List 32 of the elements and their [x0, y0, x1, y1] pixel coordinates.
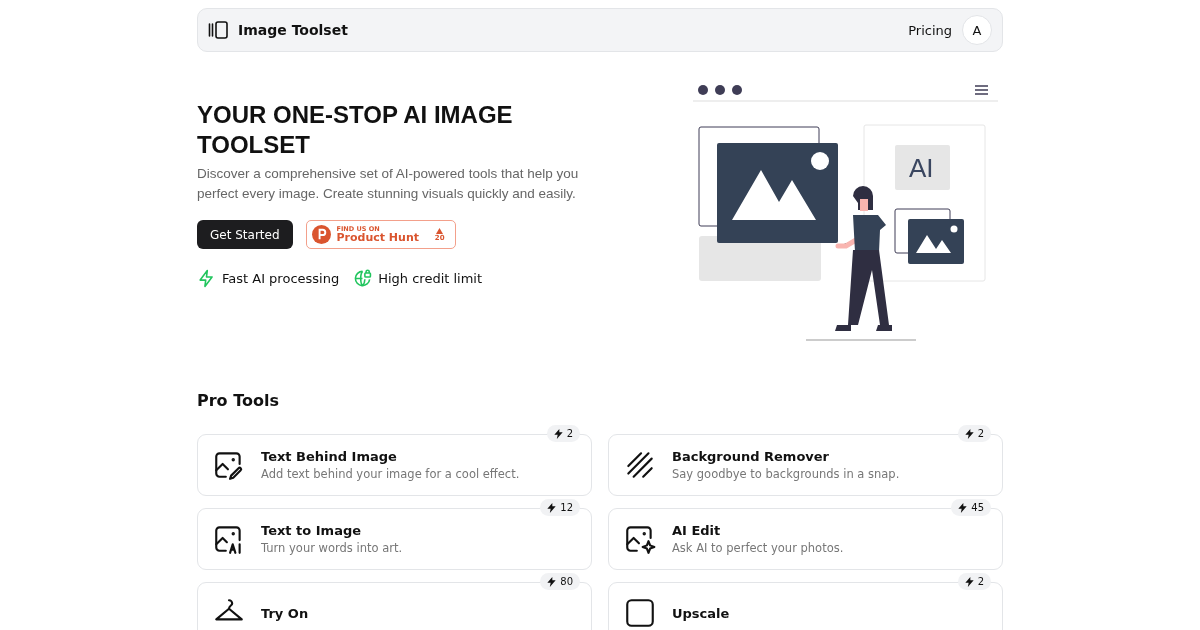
square-icon — [623, 596, 657, 630]
upvote-triangle-icon — [436, 227, 444, 234]
tool-title: Text to Image — [261, 523, 363, 538]
credit-badge: 80 — [540, 573, 580, 590]
nav-link[interactable]: Pricing — [908, 22, 952, 38]
feature-label: Fast AI processing — [222, 271, 340, 286]
tool-title: AI Edit — [672, 523, 722, 538]
tool-title: Try On — [261, 605, 309, 621]
hero-title: YOUR ONE-STOP AI IMAGE TOOLSET — [197, 100, 514, 160]
credit-badge: 12 — [540, 499, 580, 516]
section-title: Pro Tools — [197, 391, 280, 410]
tool-title: Upscale — [672, 605, 730, 621]
p-logo-icon — [311, 225, 331, 244]
ai-label: AI — [909, 153, 934, 183]
tool-description: Add text behind your image for a cool effect. — [261, 467, 520, 481]
feature-label: High credit limit — [378, 271, 483, 286]
credit-badge: 2 — [546, 425, 580, 442]
brand-name[interactable]: Image Toolset — [238, 22, 909, 38]
tool-title: Text Behind Image — [261, 449, 398, 464]
credit-badge: 2 — [957, 425, 991, 442]
tool-description: Turn your words into art. — [261, 541, 403, 555]
tool-title: Background Remover — [672, 449, 831, 464]
user-avatar[interactable]: A — [962, 15, 992, 45]
credit-badge: 2 — [957, 573, 991, 590]
get-started-button[interactable]: Get Started — [197, 220, 293, 249]
tool-description: Say goodbye to backgrounds in a snap. — [672, 467, 900, 481]
sidebar-toggle-icon[interactable] — [208, 21, 228, 39]
globe-lock-icon — [353, 269, 373, 288]
hero-description: Discover a comprehensive set of AI-powered tools that help you perfect every image. Create stunning visuals quickly and easily. — [197, 165, 580, 203]
tool-description: Ask AI to perfect your photos. — [672, 541, 844, 555]
lightning-icon — [197, 269, 216, 288]
credit-badge: 45 — [951, 499, 991, 516]
